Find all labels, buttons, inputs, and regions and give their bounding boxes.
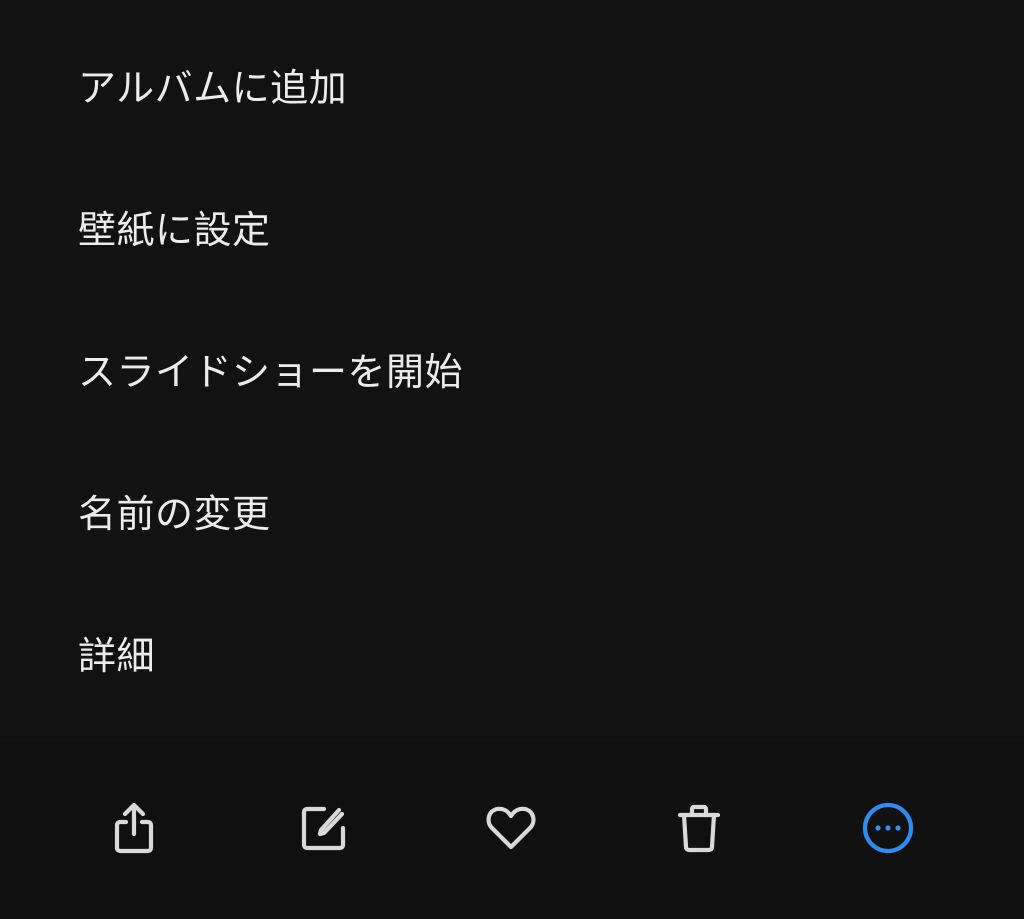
- menu-item-details[interactable]: 詳細: [0, 581, 1024, 723]
- delete-button[interactable]: [669, 798, 729, 858]
- trash-icon: [677, 804, 721, 853]
- favorite-button[interactable]: [481, 798, 541, 858]
- menu-item-label: 詳細: [78, 633, 156, 678]
- menu-item-label: スライドショーを開始: [78, 349, 464, 394]
- menu-item-label: 名前の変更: [78, 491, 271, 536]
- bottom-toolbar: [0, 742, 1024, 919]
- share-button[interactable]: [104, 798, 164, 858]
- share-icon: [114, 802, 154, 854]
- edit-button[interactable]: [292, 798, 352, 858]
- more-options-button[interactable]: [858, 798, 918, 858]
- more-icon: [862, 802, 914, 854]
- edit-icon: [301, 806, 346, 851]
- menu-item-start-slideshow[interactable]: スライドショーを開始: [0, 297, 1024, 439]
- heart-icon: [486, 806, 536, 850]
- menu-item-label: アルバムに追加: [78, 65, 348, 110]
- more-options-menu: アルバムに追加 壁紙に設定 スライドショーを開始 名前の変更 詳細: [0, 0, 1024, 742]
- menu-item-set-as-wallpaper[interactable]: 壁紙に設定: [0, 155, 1024, 297]
- menu-item-add-to-album[interactable]: アルバムに追加: [0, 13, 1024, 155]
- menu-item-rename[interactable]: 名前の変更: [0, 439, 1024, 581]
- menu-item-label: 壁紙に設定: [78, 207, 271, 252]
